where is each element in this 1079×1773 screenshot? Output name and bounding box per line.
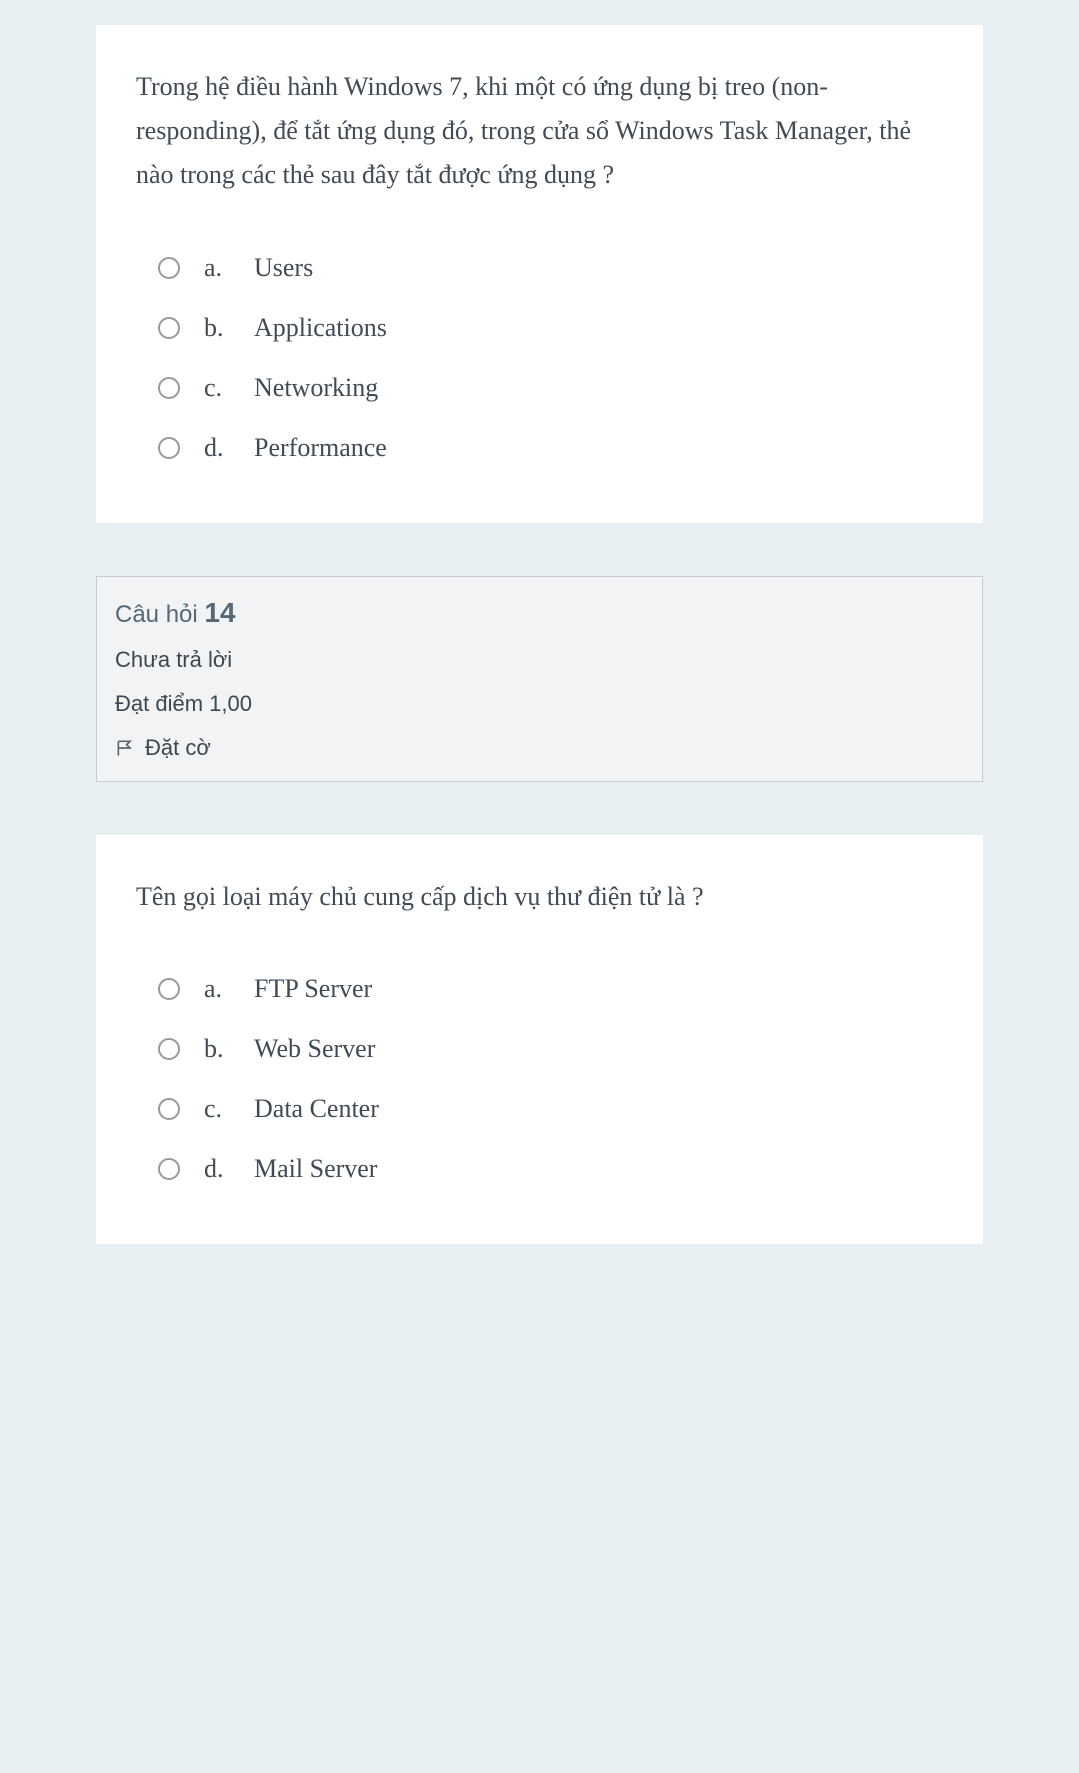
option-text: Applications (254, 313, 387, 343)
option-letter: a. (204, 253, 236, 283)
title-prefix: Câu hỏi (115, 601, 204, 628)
radio-icon[interactable] (158, 437, 180, 459)
flag-icon (115, 738, 135, 758)
option-letter: b. (204, 1034, 236, 1064)
flag-button[interactable]: Đặt cờ (115, 735, 964, 761)
question-number: 14 (204, 597, 235, 628)
option-text: Networking (254, 373, 378, 403)
radio-icon[interactable] (158, 1098, 180, 1120)
option-text: Users (254, 253, 313, 283)
options-list: a. Users b. Applications c. Networking d… (136, 253, 943, 463)
option-row-a[interactable]: a. Users (158, 253, 943, 283)
question-text: Trong hệ điều hành Windows 7, khi một có… (136, 65, 943, 198)
radio-icon[interactable] (158, 1158, 180, 1180)
option-text: Performance (254, 433, 387, 463)
option-row-a[interactable]: a. FTP Server (158, 974, 943, 1004)
option-letter: c. (204, 1094, 236, 1124)
radio-icon[interactable] (158, 377, 180, 399)
option-text: Data Center (254, 1094, 379, 1124)
option-text: Web Server (254, 1034, 375, 1064)
radio-icon[interactable] (158, 978, 180, 1000)
option-letter: a. (204, 974, 236, 1004)
option-row-c[interactable]: c. Data Center (158, 1094, 943, 1124)
radio-icon[interactable] (158, 317, 180, 339)
option-row-c[interactable]: c. Networking (158, 373, 943, 403)
radio-icon[interactable] (158, 1038, 180, 1060)
option-row-b[interactable]: b. Applications (158, 313, 943, 343)
option-row-d[interactable]: d. Performance (158, 433, 943, 463)
radio-icon[interactable] (158, 257, 180, 279)
option-row-d[interactable]: d. Mail Server (158, 1154, 943, 1184)
option-text: Mail Server (254, 1154, 377, 1184)
option-letter: b. (204, 313, 236, 343)
question-card-2: Tên gọi loại máy chủ cung cấp dịch vụ th… (96, 835, 983, 1244)
option-letter: d. (204, 1154, 236, 1184)
option-text: FTP Server (254, 974, 372, 1004)
option-letter: c. (204, 373, 236, 403)
flag-label: Đặt cờ (145, 735, 211, 761)
question-card-1: Trong hệ điều hành Windows 7, khi một có… (96, 25, 983, 523)
score-label: Đạt điểm 1,00 (115, 691, 964, 717)
options-list: a. FTP Server b. Web Server c. Data Cent… (136, 974, 943, 1184)
answer-status: Chưa trả lời (115, 647, 964, 673)
question-number-label: Câu hỏi 14 (115, 597, 964, 629)
question-header: Câu hỏi 14 Chưa trả lời Đạt điểm 1,00 Đặ… (96, 576, 983, 782)
option-letter: d. (204, 433, 236, 463)
question-text: Tên gọi loại máy chủ cung cấp dịch vụ th… (136, 875, 943, 919)
option-row-b[interactable]: b. Web Server (158, 1034, 943, 1064)
